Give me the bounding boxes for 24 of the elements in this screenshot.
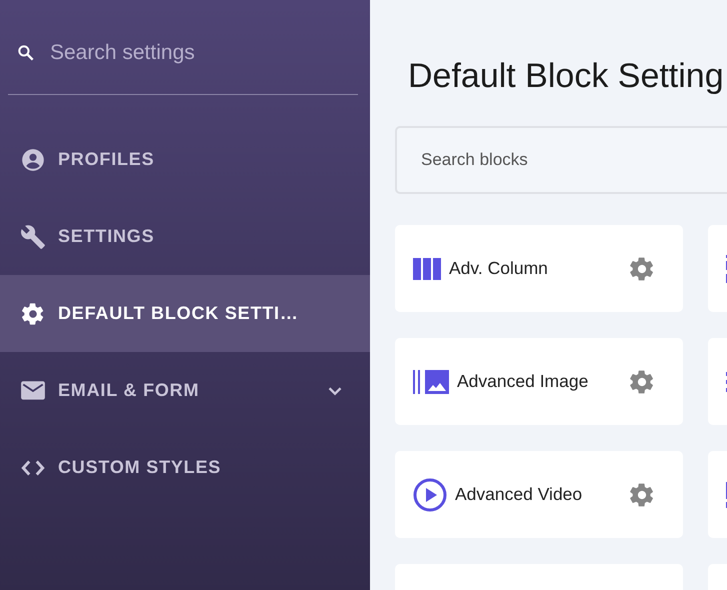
block-name: Adv. Column: [449, 258, 549, 279]
wrench-icon: [20, 224, 46, 250]
block-name: Advanced Video: [455, 484, 584, 505]
play-icon: [413, 478, 447, 512]
columns-icon: [413, 258, 441, 280]
gear-icon: [20, 300, 46, 326]
block-search-field[interactable]: Search blocks: [395, 126, 727, 194]
block-card[interactable]: Advanced Video: [395, 451, 683, 538]
user-icon: [20, 146, 46, 172]
nav-item[interactable]: CUSTOM STYLES: [0, 429, 370, 506]
block-name: Advanced Image: [457, 371, 590, 392]
nav-item[interactable]: EMAIL & FORM: [0, 352, 370, 429]
nav-item[interactable]: DEFAULT BLOCK SETTI…: [0, 275, 370, 352]
block-card[interactable]: Advanced Image: [395, 338, 683, 425]
nav-item[interactable]: SETTINGS: [0, 198, 370, 275]
search-icon: [16, 43, 36, 63]
nav-item[interactable]: PROFILES: [0, 121, 370, 198]
block-card[interactable]: Adv. Column: [395, 225, 683, 312]
page-title: Default Block Setting: [408, 56, 725, 96]
settings-search-field[interactable]: Search settings: [50, 41, 350, 65]
settings-icon[interactable]: [628, 254, 656, 282]
settings-icon[interactable]: [628, 368, 656, 396]
image-icon: [413, 370, 449, 394]
settings-icon[interactable]: [628, 480, 656, 508]
